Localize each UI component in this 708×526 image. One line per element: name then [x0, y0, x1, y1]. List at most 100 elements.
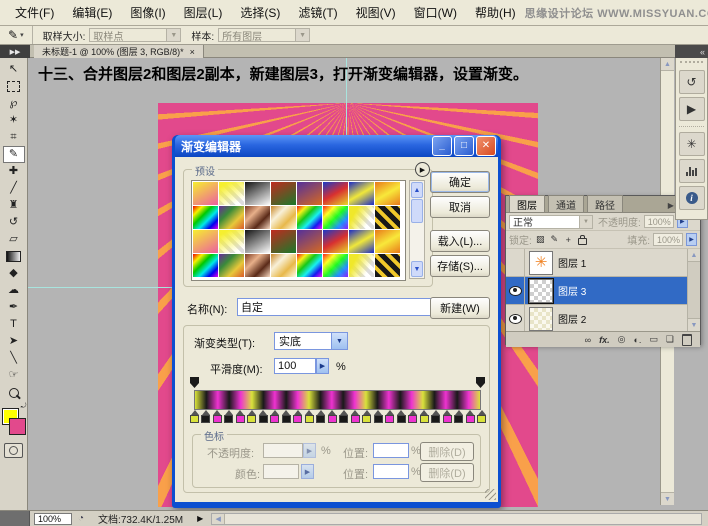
gradient-preset[interactable] — [375, 206, 400, 229]
gradient-tool[interactable] — [3, 248, 25, 265]
sample-select[interactable]: 所有图层 ▼ — [218, 28, 311, 43]
gradient-preset[interactable] — [193, 230, 218, 253]
swap-colors-icon[interactable]: ⤾ — [21, 403, 27, 411]
clone-stamp-tool[interactable]: ♜ — [3, 197, 25, 214]
presets-scrollbar[interactable]: ▲ ▼ — [409, 180, 425, 279]
layer-row[interactable]: ✳ 图层 1 — [506, 249, 700, 277]
color-stop[interactable] — [385, 410, 395, 423]
gradient-preset[interactable] — [375, 182, 400, 205]
gradient-preset[interactable] — [297, 254, 322, 277]
color-stop[interactable] — [454, 410, 464, 423]
sample-size-select[interactable]: 取样点 ▼ — [89, 28, 182, 43]
menu-item[interactable]: 编辑(E) — [63, 1, 121, 24]
gradient-preset[interactable] — [271, 182, 296, 205]
cancel-button[interactable]: 取消 — [430, 196, 490, 218]
link-layers-icon[interactable]: ∞ — [585, 335, 591, 345]
status-menu-icon[interactable]: ▶ — [197, 514, 203, 523]
color-stop[interactable] — [304, 410, 314, 423]
actions-panel-icon[interactable]: ▶ — [678, 97, 705, 121]
layer-row[interactable]: 图层 2 — [506, 305, 700, 331]
smoothness-input[interactable]: 100 — [274, 358, 316, 374]
visibility-toggle[interactable] — [506, 305, 525, 331]
scroll-down-icon[interactable]: ▼ — [661, 492, 674, 505]
scrollbar-thumb[interactable] — [411, 199, 423, 223]
gradient-preset[interactable] — [245, 230, 270, 253]
lock-position-icon[interactable]: + — [563, 234, 574, 245]
minimize-icon[interactable]: _ — [432, 136, 452, 156]
new-button[interactable]: 新建(W) — [430, 297, 490, 319]
layer-mask-icon[interactable]: ◎ — [618, 334, 626, 345]
pen-tool[interactable]: ✒ — [3, 299, 25, 316]
delete-opacity-stop-button[interactable]: 删除(D) — [420, 442, 474, 461]
history-panel-icon[interactable]: ↺ — [678, 70, 705, 94]
zoom-level-input[interactable]: 100% — [34, 512, 72, 525]
healing-brush-tool[interactable]: ✚ — [3, 163, 25, 180]
scroll-up-icon[interactable]: ▲ — [661, 58, 674, 71]
resize-grip[interactable] — [485, 489, 496, 500]
delete-layer-icon[interactable] — [682, 333, 692, 346]
opacity-stop-right[interactable] — [476, 377, 485, 388]
presets-menu-icon[interactable]: ▶ — [415, 162, 430, 177]
gradient-preset[interactable] — [219, 230, 244, 253]
gradient-preset[interactable] — [193, 254, 218, 277]
gradient-preset[interactable] — [349, 254, 374, 277]
color-stop[interactable] — [350, 410, 360, 423]
path-selection-tool[interactable]: ➤ — [3, 333, 25, 350]
gradient-preset[interactable] — [245, 206, 270, 229]
eraser-tool[interactable]: ▱ — [3, 231, 25, 248]
lock-paint-icon[interactable]: ✎ — [549, 234, 560, 245]
menu-item[interactable]: 滤镜(T) — [289, 1, 346, 24]
color-stop[interactable] — [419, 410, 429, 423]
blur-tool[interactable]: ◆ — [3, 265, 25, 282]
layer-thumbnail[interactable]: ✳ — [529, 250, 553, 275]
menu-item[interactable]: 图像(I) — [121, 1, 174, 24]
menu-item[interactable]: 窗口(W) — [405, 1, 466, 24]
color-stop[interactable] — [212, 410, 222, 423]
gradient-preset[interactable] — [219, 182, 244, 205]
gradient-preset[interactable] — [245, 182, 270, 205]
line-tool[interactable]: ╲ — [3, 350, 25, 367]
opacity-value[interactable]: 100% — [643, 215, 674, 228]
load-button[interactable]: 载入(L)... — [430, 230, 490, 252]
color-stop[interactable] — [408, 410, 418, 423]
color-stop[interactable] — [327, 410, 337, 423]
gradient-preset[interactable] — [271, 206, 296, 229]
gradient-preset[interactable] — [349, 182, 374, 205]
color-stop[interactable] — [224, 410, 234, 423]
color-stop[interactable] — [431, 410, 441, 423]
color-stop[interactable] — [201, 410, 211, 423]
gradient-preset[interactable] — [193, 182, 218, 205]
navigator-panel-icon[interactable]: ✳ — [678, 132, 705, 156]
color-stop[interactable] — [235, 410, 245, 423]
scroll-down-icon[interactable]: ▼ — [411, 261, 423, 277]
move-tool[interactable]: ↖ — [3, 61, 25, 78]
document-horizontal-scrollbar[interactable]: ◀ — [211, 512, 702, 525]
quick-mask-button[interactable] — [4, 443, 23, 458]
gradient-preset[interactable] — [219, 254, 244, 277]
color-stop[interactable] — [190, 410, 199, 423]
close-icon[interactable]: × — [190, 47, 195, 57]
gradient-preset[interactable] — [349, 230, 374, 253]
save-button[interactable]: 存储(S)... — [430, 255, 490, 277]
color-stop[interactable] — [465, 410, 475, 423]
type-tool[interactable]: T — [3, 316, 25, 333]
stop-location-input[interactable] — [373, 443, 409, 458]
gradient-preset[interactable] — [245, 254, 270, 277]
tab-paths[interactable]: 路径 — [587, 195, 623, 212]
scroll-up-icon[interactable]: ▲ — [411, 182, 423, 198]
dialog-title-bar[interactable]: 渐变编辑器 _ □ ✕ — [175, 135, 498, 157]
color-stop[interactable] — [258, 410, 268, 423]
tab-overflow-left[interactable]: ▶▶ — [0, 45, 30, 58]
color-stop[interactable] — [247, 410, 257, 423]
gradient-preset[interactable] — [297, 182, 322, 205]
maximize-icon[interactable]: □ — [454, 136, 474, 156]
dock-collapse-icon[interactable]: « — [675, 45, 708, 58]
histogram-panel-icon[interactable] — [678, 159, 705, 183]
gradient-preset[interactable] — [271, 254, 296, 277]
gradient-preset[interactable] — [193, 206, 218, 229]
layer-style-icon[interactable]: fx. — [599, 335, 610, 345]
marquee-tool[interactable] — [3, 78, 25, 95]
gradient-type-select[interactable]: 实底 ▼ — [274, 332, 348, 350]
crop-tool[interactable]: ⌗ — [3, 129, 25, 146]
scroll-left-icon[interactable]: ◀ — [212, 513, 226, 524]
